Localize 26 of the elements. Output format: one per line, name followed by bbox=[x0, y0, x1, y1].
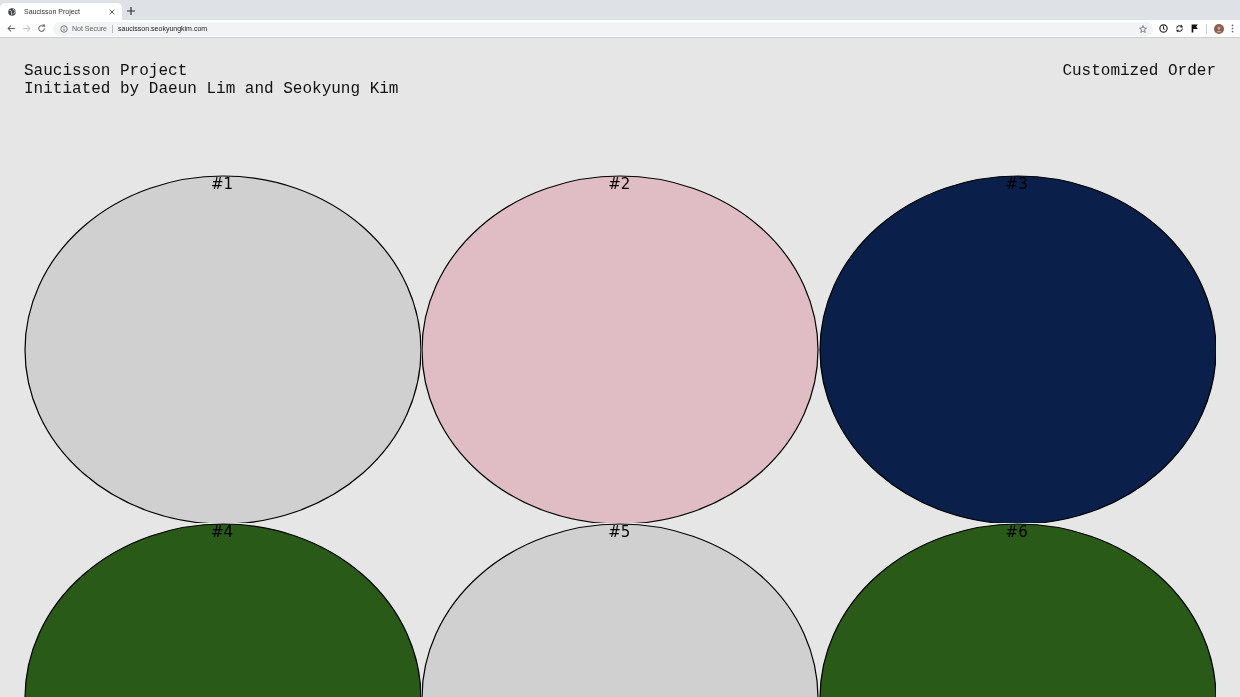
sync-icon[interactable] bbox=[1175, 24, 1184, 33]
color-swatch[interactable] bbox=[818, 523, 1216, 697]
star-icon[interactable] bbox=[1139, 24, 1147, 33]
swatch-number: #4 bbox=[210, 523, 234, 541]
reload-icon[interactable] bbox=[37, 24, 46, 33]
globe-icon bbox=[8, 7, 16, 16]
swatch-number: #3 bbox=[1005, 175, 1028, 193]
swatch-number: #1 bbox=[210, 175, 234, 193]
new-tab-icon[interactable] bbox=[127, 7, 135, 15]
color-swatch[interactable] bbox=[24, 175, 422, 523]
swatch-number: #5 bbox=[608, 523, 631, 541]
clock-icon[interactable] bbox=[1159, 24, 1168, 33]
color-swatch[interactable] bbox=[24, 523, 422, 697]
customized-order-link[interactable]: Customized Order bbox=[1062, 62, 1216, 80]
swatch-number: #2 bbox=[608, 175, 631, 193]
color-swatch[interactable] bbox=[421, 175, 819, 523]
back-arrow-icon[interactable] bbox=[7, 24, 16, 33]
close-icon[interactable] bbox=[109, 8, 115, 15]
site-subtitle: Initiated by Daeun Lim and Seokyung Kim bbox=[24, 80, 399, 98]
avatar-icon[interactable] bbox=[1214, 23, 1224, 34]
menu-icon[interactable] bbox=[1231, 24, 1234, 33]
color-swatch[interactable] bbox=[421, 523, 819, 697]
site-title: Saucisson Project bbox=[24, 62, 189, 80]
flag-icon[interactable] bbox=[1191, 24, 1199, 33]
swatch-number: #6 bbox=[1005, 523, 1028, 541]
color-swatch[interactable] bbox=[818, 175, 1216, 523]
